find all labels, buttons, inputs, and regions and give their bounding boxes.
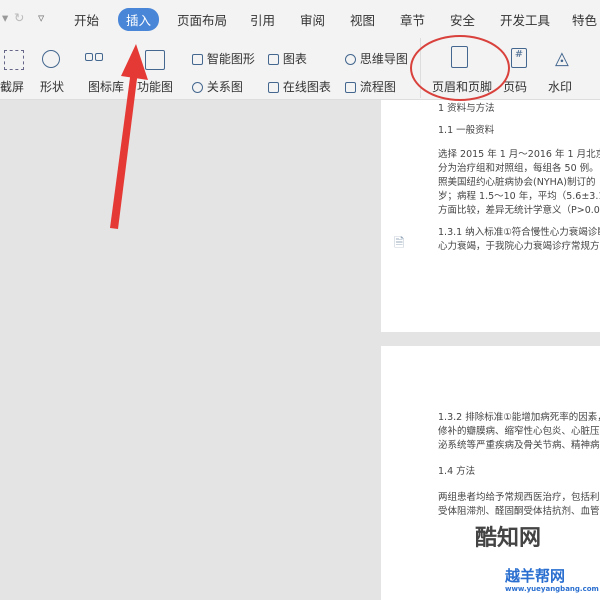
- annotation-arrow: [110, 44, 148, 229]
